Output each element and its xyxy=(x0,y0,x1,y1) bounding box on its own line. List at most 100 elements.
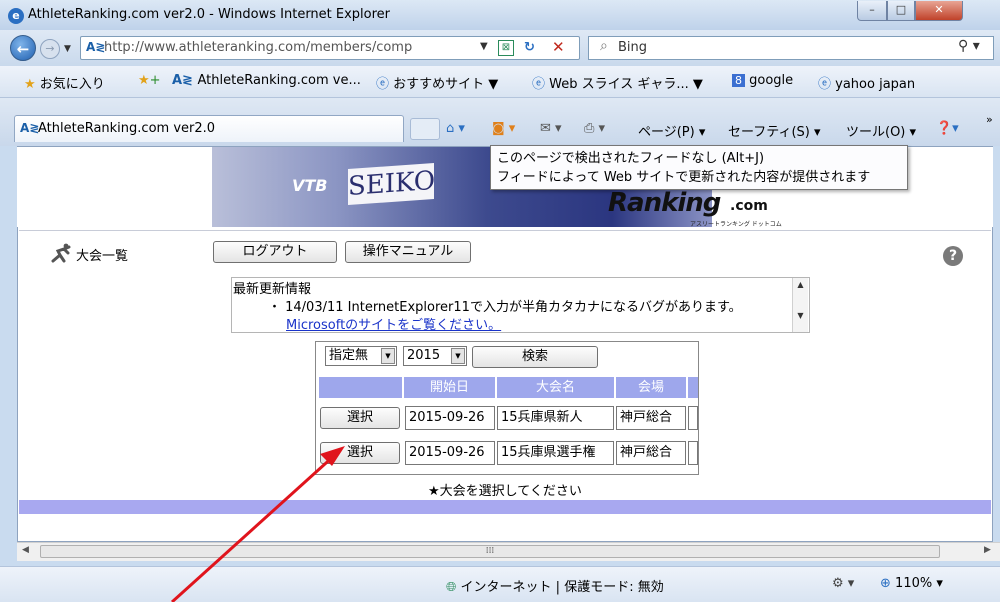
scroll-right-icon[interactable]: ▶ xyxy=(984,545,991,555)
zone-label: インターネット | 保護モード: 無効 xyxy=(460,580,664,595)
new-tab-button[interactable] xyxy=(410,118,440,140)
help-menu-icon[interactable]: ❓▾ xyxy=(936,121,959,136)
feeds-tooltip: このページで検出されたフィードなし (Alt+J) フィードによって Web サ… xyxy=(490,145,908,190)
microsoft-link[interactable]: Microsoftのサイトをご覧ください。 xyxy=(286,314,501,333)
page-menu[interactable]: ページ(P) ▾ xyxy=(638,121,705,140)
more-commands[interactable]: » xyxy=(986,113,993,126)
add-to-favorites-icon[interactable]: ★+ xyxy=(138,73,161,88)
minimize-button[interactable]: – xyxy=(857,1,887,21)
divider xyxy=(19,230,991,231)
banner-vtb: VTB xyxy=(292,176,328,195)
table-cell-name: 15兵庫県選手権 xyxy=(497,441,614,465)
forward-button[interactable]: → xyxy=(40,39,60,59)
table-cell-venue: 神戸総合 xyxy=(616,441,686,465)
site-favicon-icon: A≷ xyxy=(86,40,106,54)
address-dropdown-icon[interactable]: ▼ xyxy=(480,41,488,52)
print-icon[interactable]: ⎙ ▾ xyxy=(584,121,605,136)
search-input[interactable] xyxy=(588,36,994,60)
fav-item-google[interactable]: 8 google xyxy=(732,73,793,88)
nav-competition-list[interactable]: 大会一覧 xyxy=(76,245,128,264)
fav-item-label: google xyxy=(749,73,794,88)
site-favicon-icon: A≷ xyxy=(172,73,198,88)
ie-logo-icon: e xyxy=(8,8,24,24)
select-button[interactable]: 選択 xyxy=(320,407,400,429)
chevron-down-icon: ▼ xyxy=(381,348,395,364)
help-icon[interactable]: ? xyxy=(943,246,963,266)
home-icon[interactable]: ⌂ ▾ xyxy=(446,121,465,136)
fav-item-yahoo[interactable]: ⓔ yahoo japan xyxy=(818,73,915,92)
internet-zone[interactable]: 🌐︎ インターネット | 保護モード: 無効 xyxy=(446,576,664,595)
favorites-label: お気に入り xyxy=(39,77,105,92)
fav-item-label: yahoo japan xyxy=(835,77,916,92)
site-logo-subtitle: アスリートランキング ドットコム xyxy=(690,221,782,228)
fav-item-athleteranking[interactable]: A≷ AthleteRanking.com ve... xyxy=(172,73,361,88)
fav-item-recommended[interactable]: ⓔ おすすめサイト ▼ xyxy=(376,73,498,92)
footer-bar xyxy=(19,500,991,514)
chevron-down-icon: ▼ xyxy=(451,348,465,364)
category-select[interactable]: 指定無 ▼ xyxy=(325,346,397,366)
search-go-icon[interactable]: ⚲ ▾ xyxy=(958,38,980,54)
search-button[interactable]: 検索 xyxy=(472,346,598,368)
zoom-control[interactable]: ⊕ 110% ▾ xyxy=(880,576,943,591)
tooltip-line-1: このページで検出されたフィードなし (Alt+J) xyxy=(497,151,765,166)
news-scrollbar[interactable]: ▲ ▼ xyxy=(792,278,808,332)
search-placeholder: Bing xyxy=(618,40,648,55)
safety-menu[interactable]: セーフティ(S) ▾ xyxy=(728,121,821,140)
tooltip-line-2: フィードによって Web サイトで更新された内容が提供されます xyxy=(497,170,871,185)
selection-hint: ★大会を選択してください xyxy=(428,484,582,499)
manual-button[interactable]: 操作マニュアル xyxy=(345,241,471,263)
site-logo-suffix: .com xyxy=(730,198,768,214)
zoom-icon: ⊕ xyxy=(880,576,891,591)
zone-settings-icon[interactable]: ⚙ ▾ xyxy=(832,576,854,591)
scroll-left-icon[interactable]: ◀ xyxy=(22,545,29,555)
runner-icon xyxy=(51,243,71,263)
refresh-icon[interactable]: ↻ xyxy=(524,40,535,55)
star-icon: ★ xyxy=(24,77,36,92)
table-cell-venue: 神戸総合 xyxy=(616,406,686,430)
year-select[interactable]: 2015 ▼ xyxy=(403,346,467,366)
compatibility-view-icon[interactable]: ⊠ xyxy=(498,40,514,56)
table-cell-name: 15兵庫県新人 xyxy=(497,406,614,430)
table-cell-extra xyxy=(688,441,698,465)
ie-page-icon: ⓔ xyxy=(532,77,550,92)
banner-seiko-sign: SEIKO xyxy=(348,162,435,206)
globe-icon: 🌐︎ xyxy=(446,580,461,595)
tools-menu[interactable]: ツール(O) ▾ xyxy=(846,121,916,140)
table-cell-extra xyxy=(688,406,698,430)
table-header-name: 大会名 xyxy=(497,377,614,398)
table-header-extra xyxy=(688,377,698,398)
ie-page-icon: ⓔ xyxy=(818,77,836,92)
stop-icon[interactable]: ✕ xyxy=(552,38,565,56)
logout-button[interactable]: ログアウト xyxy=(213,241,337,263)
zoom-level: 110% xyxy=(895,576,933,591)
history-dropdown-icon[interactable]: ▼ xyxy=(64,44,71,54)
table-header-blank xyxy=(319,377,402,398)
news-item: ・ 14/03/11 InternetExplorer11で入力が半角カタカナに… xyxy=(268,300,742,315)
maximize-button[interactable]: □ xyxy=(887,1,915,21)
back-button[interactable]: ← xyxy=(10,35,36,61)
select-button[interactable]: 選択 xyxy=(320,442,400,464)
year-value: 2015 xyxy=(407,348,441,363)
fav-item-label: おすすめサイト ▼ xyxy=(393,77,499,92)
mail-icon[interactable]: ✉ ▾ xyxy=(540,121,562,136)
ie-window: e AthleteRanking.com ver2.0 - Windows In… xyxy=(0,0,1000,602)
window-title: AthleteRanking.com ver2.0 - Windows Inte… xyxy=(28,7,391,22)
table-header-date: 開始日 xyxy=(404,377,495,398)
table-header-venue: 会場 xyxy=(616,377,686,398)
address-url[interactable]: http://www.athleteranking.com/members/co… xyxy=(104,40,476,55)
tab-label: AthleteRanking.com ver2.0 xyxy=(38,121,216,136)
site-favicon-icon: A≷ xyxy=(20,121,40,135)
google-icon: 8 xyxy=(732,74,745,87)
fav-item-label: Web スライス ギャラ... ▼ xyxy=(549,77,703,92)
fav-item-webslice[interactable]: ⓔ Web スライス ギャラ... ▼ xyxy=(532,73,703,92)
site-logo: Ranking xyxy=(608,188,721,218)
bing-search-icon: ⌕ xyxy=(600,38,608,54)
news-title: 最新更新情報 xyxy=(233,282,312,297)
scrollbar-thumb[interactable]: ⁞⁞⁞ xyxy=(40,545,940,558)
feeds-icon[interactable]: ◙ ▾ xyxy=(492,121,515,136)
table-cell-date: 2015-09-26 xyxy=(405,406,495,430)
fav-item-label: AthleteRanking.com ve... xyxy=(197,73,361,88)
ie-page-icon: ⓔ xyxy=(376,77,394,92)
favorites-button[interactable]: ★ お気に入り xyxy=(24,73,105,92)
close-button[interactable]: ✕ xyxy=(915,1,963,21)
